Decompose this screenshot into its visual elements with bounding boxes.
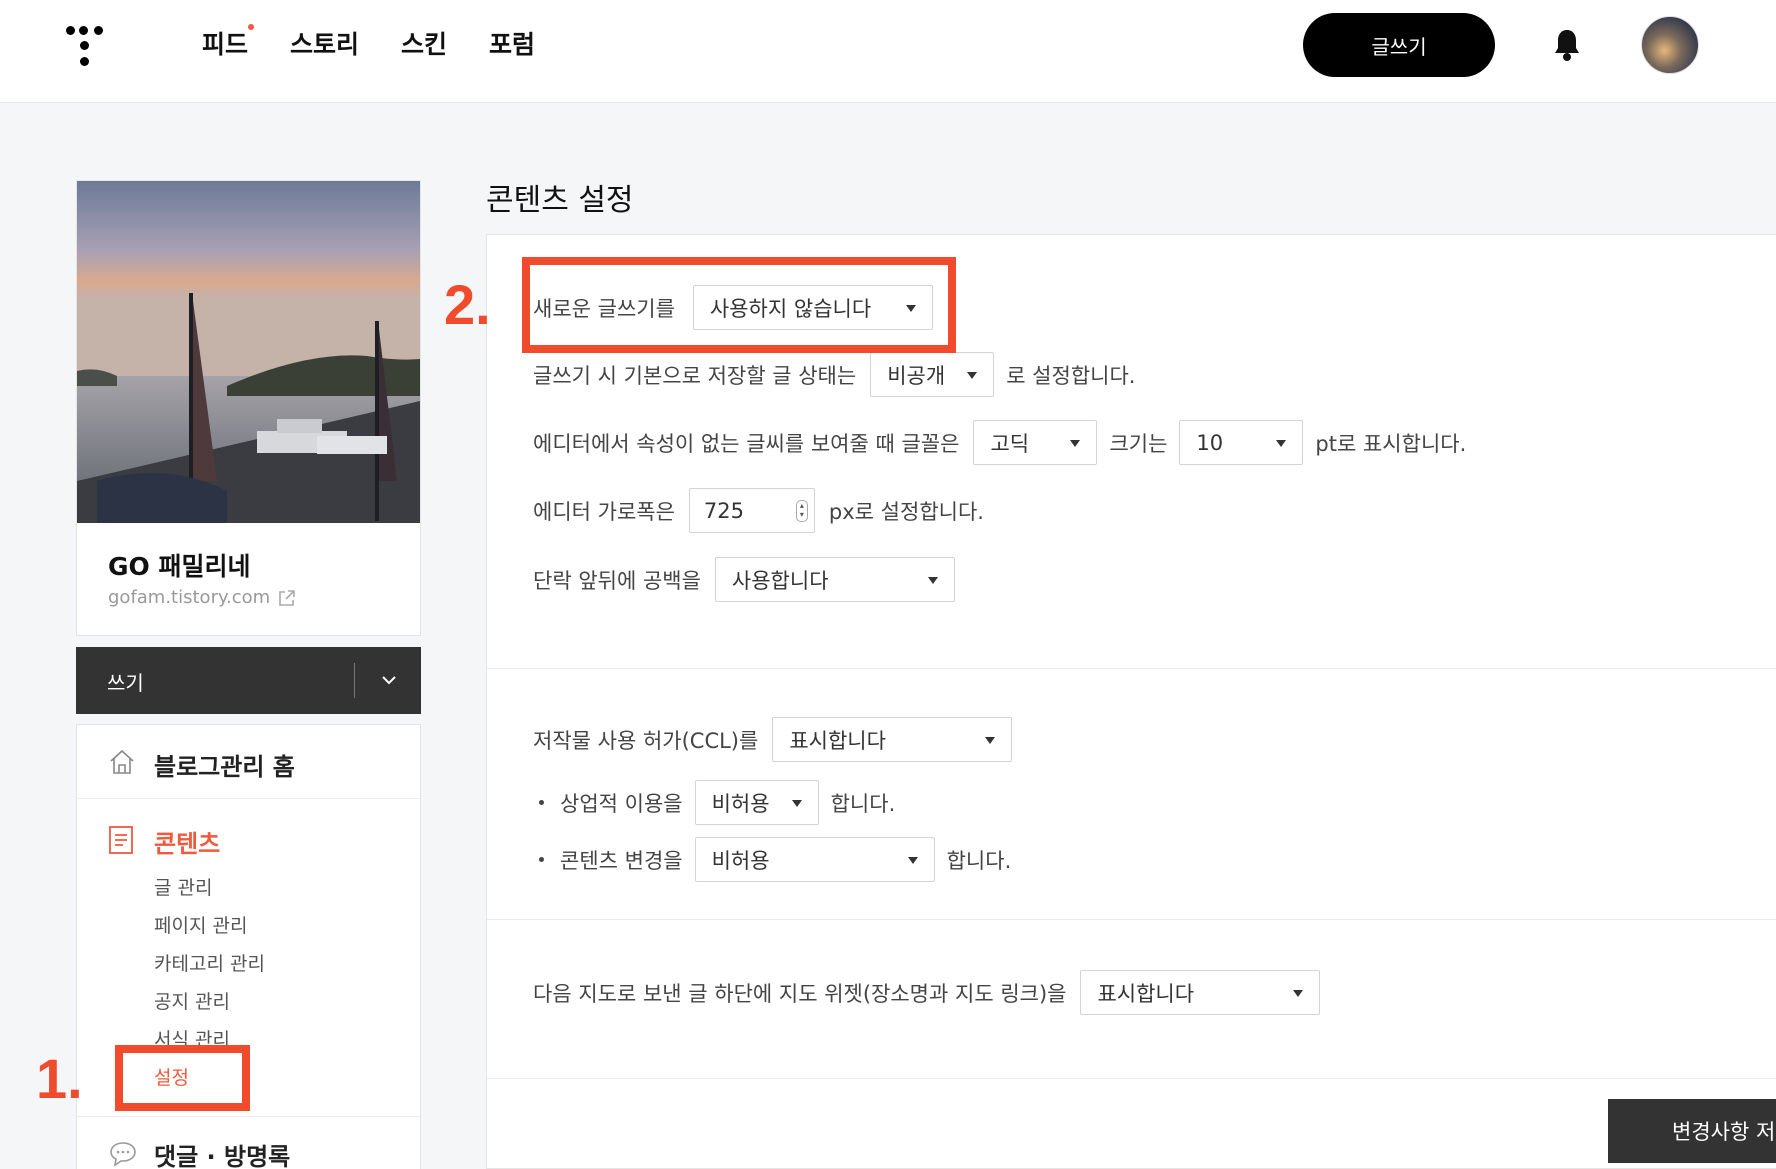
nav-story[interactable]: 스토리 [290, 27, 359, 63]
dropdown-arrow-icon [967, 372, 978, 379]
ccl-row: 저작물 사용 허가(CCL)를 표시합니다 [533, 717, 1013, 762]
save-state-select[interactable]: 비공개 [870, 352, 995, 397]
editor-width-row: 에디터 가로폭은 725 ▴ ▾ px로 설정합니다. [533, 488, 984, 533]
submenu-page-manage[interactable]: 페이지 관리 [154, 907, 265, 945]
new-dot-icon [248, 24, 255, 30]
speech-bubble-icon [110, 1142, 136, 1167]
paragraph-spacing-row: 단락 앞뒤에 공백을 사용합니다 [533, 557, 955, 602]
blog-url-text: gofam.tistory.com [108, 587, 271, 608]
top-nav: 피드 스토리 스킨 포럼 [202, 24, 577, 63]
bullet-icon [539, 800, 544, 805]
font-label: 에디터에서 속성이 없는 글씨를 보여줄 때 글꼴은 [533, 431, 960, 456]
font-select[interactable]: 고딕 [973, 420, 1098, 465]
blog-cover-photo [77, 181, 420, 523]
annotation-box-step1 [115, 1045, 250, 1111]
font-size-select[interactable]: 10 [1179, 420, 1304, 465]
section-divider [487, 668, 1776, 669]
commercial-use-row: 상업적 이용을 비허용 합니다. [539, 780, 895, 825]
commercial-use-suffix: 합니다. [830, 791, 896, 816]
menu-blog-home[interactable]: 블로그관리 홈 [77, 725, 420, 799]
content-modify-value: 비허용 [711, 848, 770, 873]
blog-profile-card: GO 패밀리네 gofam.tistory.com [76, 180, 421, 636]
section-divider [487, 1078, 1776, 1079]
content-modify-label: 콘텐츠 변경을 [560, 848, 683, 873]
map-widget-row: 다음 지도로 보낸 글 하단에 지도 위젯(장소명과 지도 링크)을 표시합니다 [533, 970, 1321, 1015]
save-state-row: 글쓰기 시 기본으로 저장할 글 상태는 비공개 로 설정합니다. [533, 352, 1135, 397]
write-bar-divider [354, 663, 355, 698]
font-row: 에디터에서 속성이 없는 글씨를 보여줄 때 글꼴은 고딕 크기는 10 pt로… [533, 420, 1466, 465]
map-widget-label: 다음 지도로 보낸 글 하단에 지도 위젯(장소명과 지도 링크)을 [533, 981, 1067, 1006]
save-state-label: 글쓰기 시 기본으로 저장할 글 상태는 [533, 363, 857, 388]
blog-name[interactable]: GO 패밀리네 [108, 547, 250, 583]
ccl-value: 표시합니다 [789, 728, 886, 753]
chevron-down-icon[interactable] [376, 667, 402, 693]
submenu-category-manage[interactable]: 카테고리 관리 [154, 945, 265, 983]
editor-width-value: 725 [703, 498, 745, 523]
menu-divider [77, 1116, 420, 1117]
dropdown-arrow-icon [1276, 440, 1287, 447]
menu-comments-label[interactable]: 댓글 · 방명록 [154, 1137, 290, 1169]
editor-width-suffix: px로 설정합니다. [828, 499, 984, 524]
content-modify-row: 콘텐츠 변경을 비허용 합니다. [539, 837, 1011, 882]
tistory-logo-icon[interactable] [66, 24, 110, 66]
save-state-suffix: 로 설정합니다. [1006, 363, 1136, 388]
map-widget-select[interactable]: 표시합니다 [1080, 970, 1321, 1015]
save-changes-button[interactable]: 변경사항 저장 [1608, 1099, 1776, 1163]
content-modify-select[interactable]: 비허용 [694, 837, 935, 882]
bell-icon[interactable] [1552, 28, 1582, 62]
write-bar: 쓰기 [76, 647, 421, 714]
nav-skin[interactable]: 스킨 [401, 27, 447, 63]
write-post-button[interactable]: 글쓰기 [1303, 13, 1495, 77]
submenu-post-manage[interactable]: 글 관리 [154, 869, 265, 907]
external-link-icon [279, 589, 296, 606]
ccl-select[interactable]: 표시합니다 [772, 717, 1013, 762]
ccl-label: 저작물 사용 허가(CCL)를 [533, 728, 759, 753]
editor-width-input[interactable]: 725 ▴ ▾ [688, 488, 815, 533]
dropdown-arrow-icon [927, 577, 938, 584]
map-widget-value: 표시합니다 [1097, 981, 1195, 1006]
content-modify-suffix: 합니다. [946, 848, 1012, 873]
dropdown-arrow-icon [791, 800, 802, 807]
dropdown-arrow-icon [1070, 440, 1081, 447]
settings-panel: 새로운 글쓰기를 사용하지 않습니다 글쓰기 시 기본으로 저장할 글 상태는 … [486, 234, 1776, 1169]
commercial-use-select[interactable]: 비허용 [694, 780, 819, 825]
menu-blog-home-label: 블로그관리 홈 [154, 753, 295, 781]
write-bar-button[interactable]: 쓰기 [107, 667, 144, 696]
paragraph-spacing-value: 사용합니다 [731, 568, 829, 593]
menu-contents-label[interactable]: 콘텐츠 [154, 824, 220, 859]
commercial-use-value: 비허용 [711, 791, 770, 816]
size-label: 크기는 [1109, 431, 1168, 456]
top-header: 피드 스토리 스킨 포럼 글쓰기 [0, 0, 1776, 103]
font-size-value: 10 [1196, 430, 1224, 455]
font-value: 고딕 [990, 431, 1030, 456]
user-avatar[interactable] [1641, 16, 1699, 74]
save-state-value: 비공개 [887, 363, 946, 388]
commercial-use-label: 상업적 이용을 [560, 791, 683, 816]
home-icon [110, 749, 134, 774]
submenu-notice-manage[interactable]: 공지 관리 [154, 983, 265, 1021]
editor-width-label: 에디터 가로폭은 [533, 499, 675, 524]
dropdown-arrow-icon [985, 737, 996, 744]
annotation-label-step2: 2. [444, 273, 491, 336]
document-icon [109, 826, 133, 854]
paragraph-spacing-select[interactable]: 사용합니다 [714, 557, 955, 602]
blog-url-link[interactable]: gofam.tistory.com [108, 587, 296, 608]
nav-feed-label: 피드 [202, 30, 249, 59]
annotation-box-step2 [522, 257, 956, 353]
annotation-label-step1: 1. [36, 1047, 83, 1110]
nav-forum[interactable]: 포럼 [489, 27, 535, 63]
stepper-icon[interactable]: ▴ ▾ [795, 500, 808, 522]
page-title: 콘텐츠 설정 [486, 183, 634, 218]
dropdown-arrow-icon [907, 857, 918, 864]
paragraph-spacing-label: 단락 앞뒤에 공백을 [533, 568, 701, 593]
dropdown-arrow-icon [1293, 990, 1304, 997]
bullet-icon [539, 857, 544, 862]
nav-feed[interactable]: 피드 [202, 24, 255, 63]
size-suffix: pt로 표시합니다. [1315, 431, 1467, 456]
section-divider [487, 919, 1776, 920]
